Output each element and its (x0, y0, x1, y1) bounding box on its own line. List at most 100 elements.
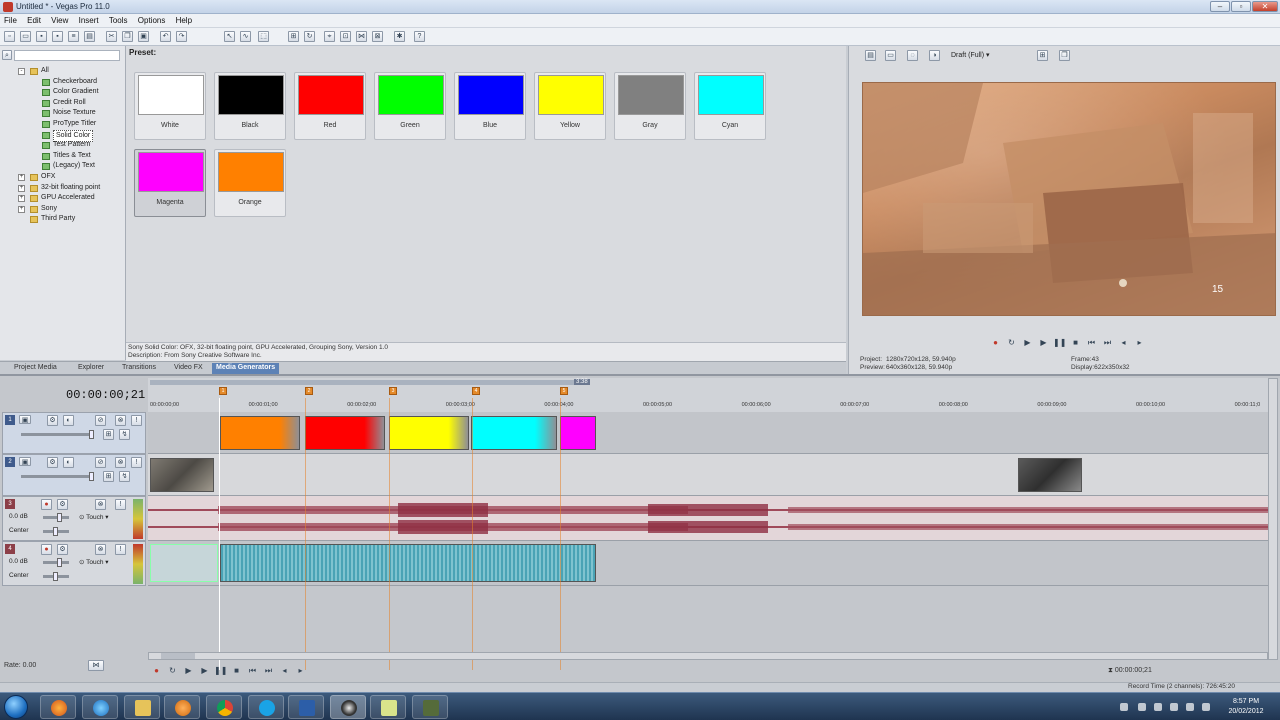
playback-cursor[interactable] (219, 398, 220, 670)
preset-magenta[interactable]: Magenta (134, 149, 206, 217)
tray-arrow-icon[interactable] (1120, 703, 1128, 711)
video-track-1-header[interactable]: 1 ▣ ⚙ ◐ ⊘ ⊗ ! ⊞ ↯ (2, 412, 146, 454)
preset-white[interactable]: White (134, 72, 206, 140)
vegas-pro-taskbar-button[interactable] (330, 695, 366, 719)
expand-collapse-icon[interactable]: - (18, 68, 25, 75)
maximize-button[interactable]: ▫ (1231, 1, 1251, 12)
audio-track-4-lane[interactable] (148, 541, 1268, 586)
pan-slider[interactable] (43, 527, 69, 536)
menu-insert[interactable]: Insert (75, 14, 103, 27)
menu-tools[interactable]: Tools (105, 14, 132, 27)
expand-track-icon[interactable]: ⊞ (103, 429, 114, 440)
crossfades-icon[interactable]: ⋈ (356, 31, 367, 42)
stop-icon[interactable]: ■ (1069, 338, 1082, 349)
tree-item-gpu-accelerated[interactable]: + GPU Accelerated (2, 193, 124, 204)
bypass-motion-blur-icon[interactable]: ⊘ (95, 415, 106, 426)
next-frame-icon[interactable]: ▸ (294, 666, 307, 677)
go-to-start-icon[interactable]: ⏮ (1085, 338, 1098, 349)
volume-slider[interactable] (43, 558, 69, 567)
whats-this-help-icon[interactable]: ? (414, 31, 425, 42)
close-button[interactable]: ✕ (1252, 1, 1278, 12)
mute-icon[interactable]: ⊗ (95, 544, 106, 555)
overlays-icon[interactable]: ⊞ (1037, 50, 1048, 61)
network-icon[interactable] (1170, 703, 1178, 711)
audio-track-4-header[interactable]: 4 ● ⚙ ⊗ ! 0.0 dB ⊙ Touch ▾ Center (2, 541, 146, 586)
menu-view[interactable]: View (47, 14, 72, 27)
track-motion-icon[interactable]: ▣ (19, 415, 31, 424)
render-icon[interactable]: ▤ (84, 31, 95, 42)
solo-icon[interactable]: ! (131, 415, 142, 426)
tree-item-checkerboard[interactable]: Checkerboard (2, 77, 124, 88)
timeline-marker[interactable]: 4 (472, 387, 480, 395)
audio-track-3-header[interactable]: 3 ● ⚙ ⊗ ! 0.0 dB ⊙ Touch ▾ Center (2, 496, 146, 541)
preview-fx-icon[interactable]: ◌ (907, 50, 918, 61)
media-player-taskbar-button[interactable] (164, 695, 200, 719)
solid-color-clip[interactable] (560, 416, 596, 450)
tree-item-credit-roll[interactable]: Credit Roll (2, 98, 124, 109)
video-thumbnail-clip[interactable] (1018, 458, 1082, 492)
power-icon[interactable] (1202, 703, 1210, 711)
tab-explorer[interactable]: Explorer (74, 363, 108, 374)
track-fx-icon[interactable]: ⚙ (47, 457, 58, 468)
loop-playback-icon[interactable]: ↻ (166, 666, 179, 677)
tree-item-ofx[interactable]: + OFX (2, 172, 124, 183)
file-explorer-taskbar-button[interactable] (124, 695, 160, 719)
tree-item-color-gradient[interactable]: Color Gradient (2, 87, 124, 98)
timeline-marker[interactable]: 2 (305, 387, 313, 395)
tab-video-fx[interactable]: Video FX (170, 363, 207, 374)
track-fx-icon[interactable]: ⚙ (57, 544, 68, 555)
redo-icon[interactable]: ↷ (176, 31, 187, 42)
open-icon[interactable]: ▭ (20, 31, 31, 42)
vegas-app-icon[interactable] (3, 2, 13, 12)
timeline-marker[interactable]: 3 (389, 387, 397, 395)
external-monitor-icon[interactable]: ▭ (885, 50, 896, 61)
preset-orange[interactable]: Orange (214, 149, 286, 217)
composite-mode-icon[interactable]: ◐ (63, 415, 74, 426)
tab-transitions[interactable]: Transitions (118, 363, 160, 374)
tree-item-noise-texture[interactable]: Noise Texture (2, 108, 124, 119)
menu-options[interactable]: Options (134, 14, 170, 27)
composite-mode-icon[interactable]: ◐ (63, 457, 74, 468)
selection-tool-icon[interactable]: ⬚ (258, 31, 269, 42)
online-help-icon[interactable]: ✱ (394, 31, 405, 42)
tree-item-protype-titler[interactable]: ProType Titler (2, 119, 124, 130)
tray-app-icon[interactable] (1138, 703, 1146, 711)
track-envelope-icon[interactable]: ↯ (119, 471, 130, 482)
audio-track-3-lane[interactable] (148, 496, 1268, 541)
snap-icon[interactable]: ⊞ (288, 31, 299, 42)
tree-item-legacy-text[interactable]: (Legacy) Text (2, 161, 124, 172)
go-to-end-icon[interactable]: ⏭ (262, 666, 275, 677)
tab-media-generators[interactable]: Media Generators (212, 363, 280, 374)
rate-slider-icon[interactable]: ⋈ (88, 660, 104, 671)
preview-quality-dropdown[interactable]: Draft (Full) ▾ (951, 51, 990, 59)
menu-file[interactable]: File (0, 14, 21, 27)
menu-edit[interactable]: Edit (23, 14, 45, 27)
preset-cyan[interactable]: Cyan (694, 72, 766, 140)
preset-blue[interactable]: Blue (454, 72, 526, 140)
preset-red[interactable]: Red (294, 72, 366, 140)
solid-color-clip[interactable] (220, 416, 300, 450)
automation-mode[interactable]: ⊙ Touch ▾ (79, 558, 109, 566)
next-frame-icon[interactable]: ▸ (1133, 338, 1146, 349)
properties-icon[interactable]: ≡ (68, 31, 79, 42)
bypass-motion-blur-icon[interactable]: ⊘ (95, 457, 106, 468)
expand-collapse-icon[interactable]: + (18, 184, 25, 192)
app-taskbar-button[interactable] (288, 695, 324, 719)
envelope-tool-icon[interactable]: ∿ (240, 31, 251, 42)
track-motion-icon[interactable]: ▣ (19, 457, 31, 466)
system-clock[interactable]: 8:57 PM 20/02/2012 (1222, 697, 1270, 717)
split-screen-icon[interactable]: ◑ (929, 50, 940, 61)
track-fx-icon[interactable]: ⚙ (47, 415, 58, 426)
track-fx-icon[interactable]: ⚙ (57, 499, 68, 510)
preset-yellow[interactable]: Yellow (534, 72, 606, 140)
audio-clip-music[interactable] (220, 544, 596, 582)
video-thumbnail-clip[interactable] (150, 458, 214, 492)
pause-icon[interactable]: ❚❚ (214, 666, 227, 677)
search-icon[interactable]: ⌕ (2, 50, 12, 60)
mute-icon[interactable]: ⊗ (115, 415, 126, 426)
level-slider[interactable] (21, 430, 94, 439)
record-icon[interactable]: ● (150, 666, 163, 677)
menu-help[interactable]: Help (172, 14, 196, 27)
tree-item-all[interactable]: - All (2, 66, 124, 77)
pause-icon[interactable]: ❚❚ (1053, 338, 1066, 349)
